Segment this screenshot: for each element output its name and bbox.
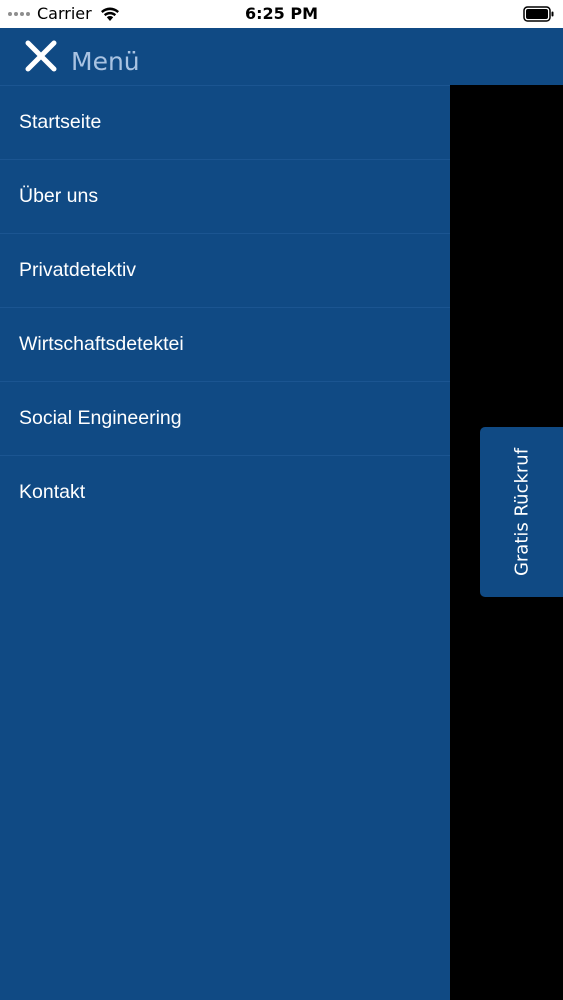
menu-item-kontakt[interactable]: Kontakt <box>0 455 450 529</box>
menu-list: Startseite Über uns Privatdetektiv Wirts… <box>0 85 450 529</box>
navigation-drawer: Menü Startseite Über uns Privatdetektiv … <box>0 28 563 1000</box>
menu-title: Menü <box>71 47 140 76</box>
status-time: 6:25 PM <box>244 4 318 23</box>
menu-item-social-engineering[interactable]: Social Engineering <box>0 381 450 455</box>
status-bar: Carrier 6:25 PM <box>0 0 563 28</box>
menu-item-startseite[interactable]: Startseite <box>0 85 450 159</box>
close-menu-button[interactable] <box>22 39 62 75</box>
callback-label: Gratis Rückruf <box>511 447 532 577</box>
menu-item-privatdetektiv[interactable]: Privatdetektiv <box>0 233 450 307</box>
drawer-header: Menü <box>0 28 563 85</box>
menu-item-ueber-uns[interactable]: Über uns <box>0 159 450 233</box>
close-icon <box>25 40 57 72</box>
callback-tab-button[interactable]: Gratis Rückruf <box>480 427 563 597</box>
menu-item-wirtschaftsdetektei[interactable]: Wirtschaftsdetektei <box>0 307 450 381</box>
battery-icon <box>523 6 555 22</box>
